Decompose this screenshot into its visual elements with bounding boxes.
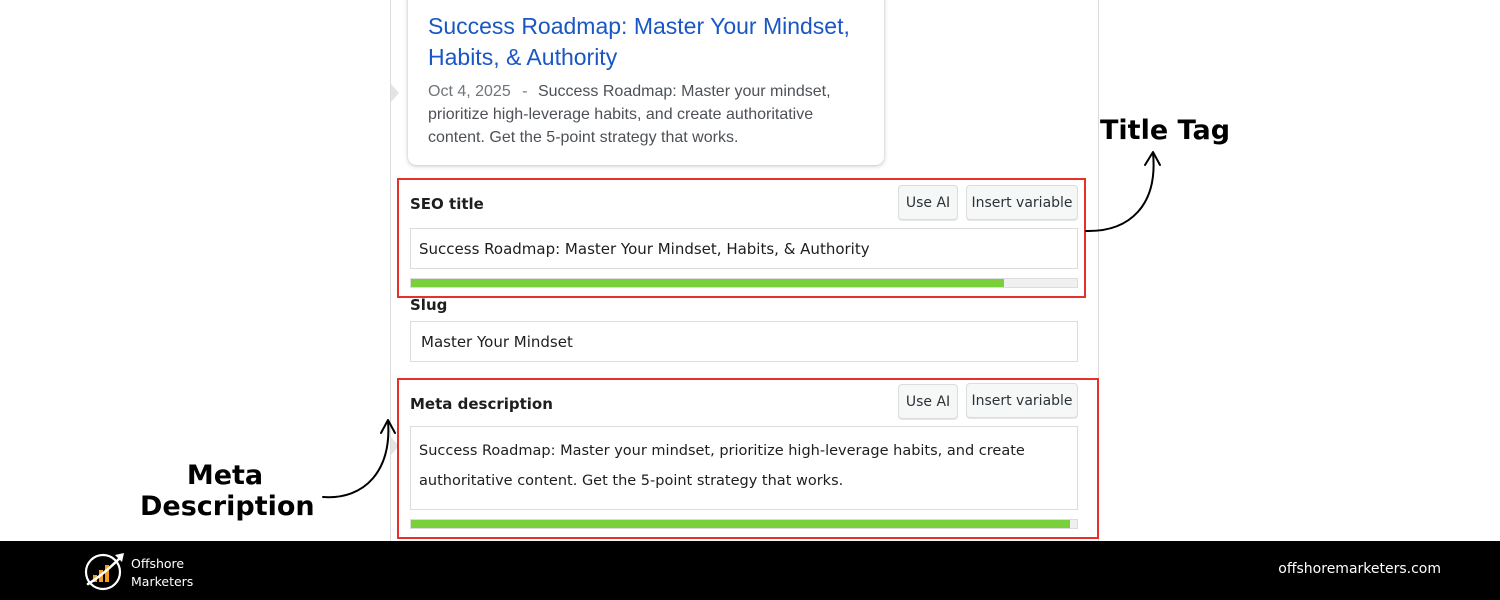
preview-date: Oct 4, 2025 — [428, 83, 511, 100]
search-result-preview: Success Roadmap: Master Your Mindset, Ha… — [408, 0, 884, 165]
brand-name: Offshore Marketers — [131, 555, 193, 591]
title-tag-callout: Title Tag — [1100, 115, 1231, 146]
panel-caret-icon — [391, 84, 399, 102]
brand-name-line2: Marketers — [131, 574, 194, 589]
slug-label: Slug — [410, 296, 448, 314]
meta-description-callout-line1: Meta — [186, 460, 264, 491]
meta-description-callout: Meta Description — [140, 460, 315, 522]
meta-description-highlight-box — [397, 378, 1099, 539]
meta-description-arrow-icon — [322, 419, 396, 499]
website-url[interactable]: offshoremarketers.com — [1278, 561, 1441, 577]
brand-name-line1: Offshore — [131, 556, 185, 571]
seo-title-highlight-box — [397, 178, 1086, 298]
preview-title-link[interactable]: Success Roadmap: Master Your Mindset, Ha… — [428, 11, 873, 73]
preview-separator: - — [522, 83, 528, 100]
footer-bar: Offshore Marketers offshoremarketers.com — [0, 541, 1500, 600]
meta-description-callout-line2: Description — [140, 491, 315, 522]
offshore-marketers-logo-icon — [84, 553, 124, 591]
preview-snippet: Oct 4, 2025 - Success Roadmap: Master yo… — [428, 80, 868, 149]
slug-input[interactable]: Master Your Mindset — [410, 321, 1078, 362]
